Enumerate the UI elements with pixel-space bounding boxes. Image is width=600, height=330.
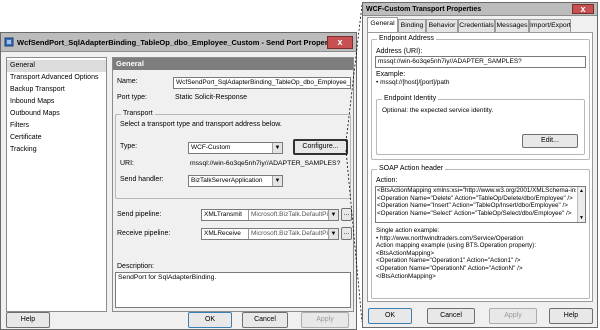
chevron-down-icon: ▼ <box>272 176 282 186</box>
nav-item-certificate[interactable]: Certificate <box>7 132 106 144</box>
send-pipeline-browse-button[interactable]: ... <box>341 208 352 221</box>
transport-group: Transport Select a transport type and tr… <box>115 110 351 199</box>
example-line: <Operation Name="OperationN" Action="Act… <box>376 264 523 272</box>
send-port-window-title: WcfSendPort_SqlAdapterBinding_TableOp_db… <box>17 37 341 47</box>
nav-item-inbound-maps[interactable]: Inbound Maps <box>7 96 106 108</box>
action-example-text: Single action example: • http://www.nort… <box>376 227 586 280</box>
send-port-apply-button: Apply <box>301 312 349 328</box>
identity-hint: Optional: the expected service identity. <box>382 107 494 114</box>
receive-pipeline-value: XMLReceive <box>204 230 241 237</box>
soap-action-title: SOAP Action header <box>377 165 446 172</box>
wcf-ok-button[interactable]: OK <box>368 308 412 324</box>
uri-label: URI: <box>120 160 134 167</box>
description-label: Description: <box>117 263 154 270</box>
send-port-properties-window: WcfSendPort_SqlAdapterBinding_TableOp_db… <box>0 32 357 330</box>
transport-type-value: WCF-Custom <box>191 144 231 151</box>
tab-general[interactable]: General <box>367 17 398 33</box>
scroll-down-arrow-icon[interactable]: ▼ <box>578 214 585 222</box>
nav-item-outbound-maps[interactable]: Outbound Maps <box>7 108 106 120</box>
wcf-tab-panel: Endpoint Address Address (URI): mssql://… <box>367 32 593 302</box>
send-port-title-bar[interactable]: WcfSendPort_SqlAdapterBinding_TableOp_db… <box>1 33 356 52</box>
wcf-cancel-button[interactable]: Cancel <box>427 308 475 324</box>
port-type-label: Port type: <box>117 94 147 101</box>
uri-value: mssql://win-6o3qe5nh7iy//ADAPTER_SAMPLES… <box>190 160 341 167</box>
tab-import-export[interactable]: Import/Export <box>529 19 571 32</box>
nav-item-tracking[interactable]: Tracking <box>7 144 106 156</box>
send-port-cancel-button[interactable]: Cancel <box>242 312 288 328</box>
wcf-custom-transport-window: WCF-Custom Transport Properties x Genera… <box>362 2 598 328</box>
send-pipeline-assembly: Microsoft.BizTalk.DefaultPip <box>248 210 328 220</box>
transport-hint: Select a transport type and transport ad… <box>120 121 282 128</box>
wcf-help-button[interactable]: Help <box>549 308 593 324</box>
endpoint-identity-group: Endpoint Identity Optional: the expected… <box>376 95 585 155</box>
action-label: Action: <box>376 177 398 184</box>
nav-item-general[interactable]: General <box>7 60 106 72</box>
nav-item-filters[interactable]: Filters <box>7 120 106 132</box>
address-uri-field[interactable]: mssql://win-6o3qe5nh7iy//ADAPTER_SAMPLES… <box>375 56 586 68</box>
tab-behavior[interactable]: Behavior <box>426 19 458 32</box>
action-line: <Operation Name="Insert" Action="TableOp… <box>377 202 568 210</box>
nav-item-backup-transport[interactable]: Backup Transport <box>7 84 106 96</box>
example-line: Action mapping example (using BTS.Operat… <box>376 242 536 250</box>
send-handler-label: Send handler: <box>120 176 164 183</box>
tab-credentials[interactable]: Credentials <box>458 19 495 32</box>
type-label: Type: <box>120 143 138 150</box>
address-example-value: • mssql://[host]/[port]/path <box>376 79 450 86</box>
send-pipeline-value: XMLTransmit <box>204 211 242 218</box>
action-textarea[interactable]: <BtsActionMapping xmlns:xsi="http://www.… <box>375 186 586 223</box>
chevron-down-icon: ▼ <box>272 143 282 153</box>
window-app-icon <box>4 37 14 47</box>
transport-type-select[interactable]: WCF-Custom ▼ <box>188 142 283 154</box>
port-type-value: Static Solicit-Response <box>175 94 247 101</box>
send-port-help-button[interactable]: Help <box>6 312 50 328</box>
wcf-close-button[interactable]: x <box>572 4 594 14</box>
description-field[interactable]: SendPort for SqlAdapterBinding. <box>115 272 351 308</box>
example-line: • http://www.northwindtraders.com/Servic… <box>376 234 524 242</box>
send-pipeline-label: Send pipeline: <box>117 211 162 218</box>
configure-button[interactable]: Configure... <box>293 139 348 155</box>
action-line: <Operation Name="Select" Action="TableOp… <box>377 209 572 217</box>
soap-action-group: SOAP Action header Action: <BtsActionMap… <box>371 165 590 299</box>
scroll-up-arrow-icon[interactable]: ▲ <box>578 187 585 195</box>
send-handler-select[interactable]: BizTalkServerApplication ▼ <box>188 175 283 187</box>
send-handler-value: BizTalkServerApplication <box>191 177 263 184</box>
send-port-ok-button[interactable]: OK <box>188 312 232 328</box>
wcf-title-bar[interactable]: WCF-Custom Transport Properties x <box>363 3 597 16</box>
chevron-down-icon: ▼ <box>328 229 338 239</box>
wcf-apply-button: Apply <box>489 308 537 324</box>
example-line: </BtsActionMapping> <box>376 272 436 280</box>
general-section-header: General <box>113 58 353 70</box>
send-pipeline-select[interactable]: XMLTransmit Microsoft.BizTalk.DefaultPip… <box>201 209 339 221</box>
nav-item-transport-advanced-options[interactable]: Transport Advanced Options <box>7 72 106 84</box>
send-port-close-button[interactable]: x <box>327 36 353 49</box>
address-example-label: Example: <box>376 71 406 78</box>
send-port-nav-list: General Transport Advanced Options Backu… <box>6 57 107 312</box>
send-port-general-pane: General Name: WcfSendPort_SqlAdapterBind… <box>112 57 354 312</box>
action-line: <BtsActionMapping xmlns:xsi="http://www.… <box>377 187 576 194</box>
tab-messages[interactable]: Messages <box>495 19 529 32</box>
example-line: Single action example: <box>376 227 440 234</box>
receive-pipeline-select[interactable]: XMLReceive Microsoft.BizTalk.DefaultPip … <box>201 228 339 240</box>
address-label: Address (URI): <box>376 48 423 55</box>
chevron-down-icon: ▼ <box>328 210 338 220</box>
transport-group-title: Transport <box>121 110 155 117</box>
receive-pipeline-assembly: Microsoft.BizTalk.DefaultPip <box>248 229 328 239</box>
wcf-window-title: WCF-Custom Transport Properties <box>366 5 482 13</box>
example-line: <BtsActionMapping> <box>376 249 435 257</box>
example-line: <Operation Name="Operation1" Action="Act… <box>376 257 521 265</box>
name-label: Name: <box>117 78 138 85</box>
name-field[interactable]: WcfSendPort_SqlAdapterBinding_TableOp_db… <box>173 77 351 89</box>
endpoint-address-title: Endpoint Address <box>377 35 436 42</box>
endpoint-identity-title: Endpoint Identity <box>382 95 439 102</box>
tab-binding[interactable]: Binding <box>398 19 426 32</box>
receive-pipeline-label: Receive pipeline: <box>117 230 171 237</box>
endpoint-address-group: Endpoint Address Address (URI): mssql://… <box>371 35 590 160</box>
identity-edit-button[interactable]: Edit... <box>522 134 578 148</box>
action-scrollbar[interactable]: ▲ ▼ <box>577 187 585 222</box>
receive-pipeline-browse-button[interactable]: ... <box>341 227 352 240</box>
action-line: <Operation Name="Delete" Action="TableOp… <box>377 194 573 202</box>
